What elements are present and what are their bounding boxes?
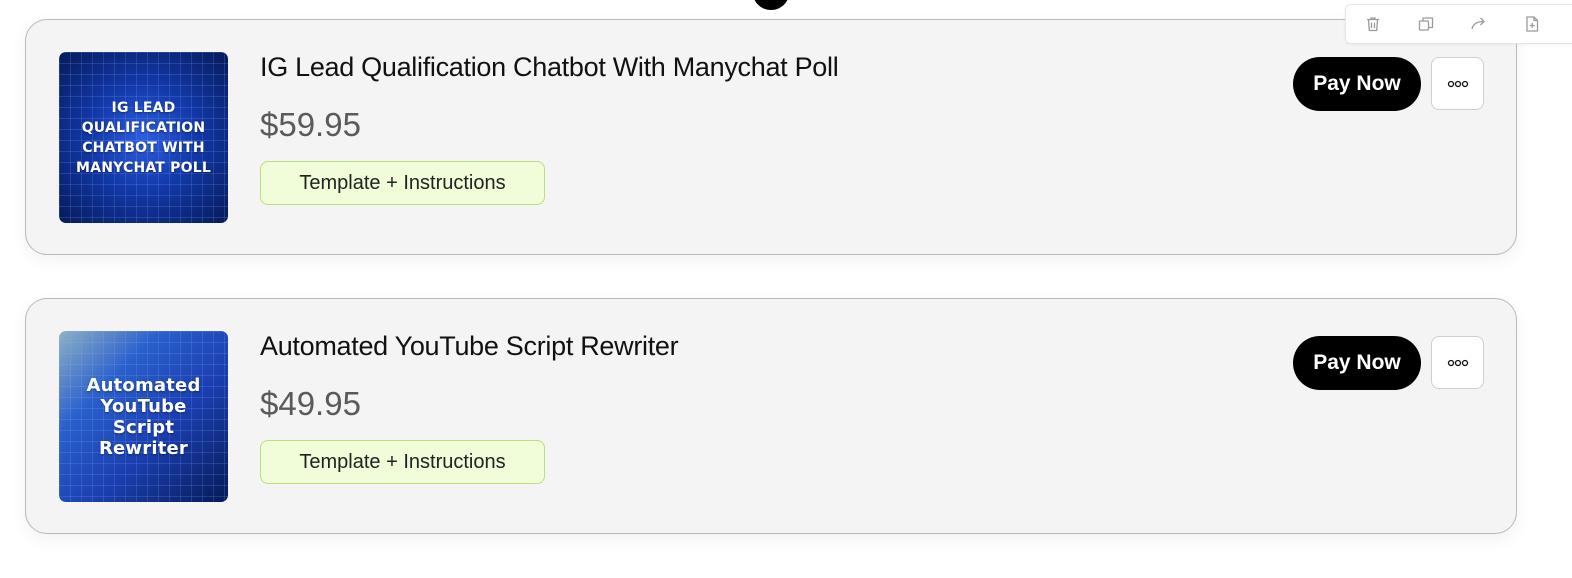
product-thumbnail[interactable]: IG LEAD QUALIFICATION CHATBOT WITH MANYC… bbox=[59, 52, 228, 223]
product-price: $59.95 bbox=[260, 106, 361, 143]
forward-icon bbox=[1471, 17, 1485, 30]
duplicate-icon bbox=[1418, 17, 1434, 31]
product-card: Automated YouTube Script Rewriter Automa… bbox=[25, 298, 1517, 534]
thumbnail-text: IG LEAD QUALIFICATION CHATBOT WITH MANYC… bbox=[76, 99, 211, 176]
delete-button[interactable] bbox=[1360, 5, 1413, 43]
more-options-button[interactable] bbox=[1431, 57, 1484, 110]
trash-icon bbox=[1367, 17, 1379, 32]
ellipsis-icon bbox=[1447, 80, 1468, 87]
drag-handle[interactable] bbox=[753, 0, 789, 10]
pay-now-button[interactable]: Pay Now bbox=[1293, 57, 1421, 111]
forward-button[interactable] bbox=[1466, 5, 1519, 43]
pay-now-button[interactable]: Pay Now bbox=[1293, 336, 1421, 390]
more-options-button[interactable] bbox=[1431, 336, 1484, 389]
add-page-icon bbox=[1526, 16, 1539, 32]
product-tag: Template + Instructions bbox=[260, 440, 545, 484]
product-price: $49.95 bbox=[260, 385, 361, 422]
ellipsis-icon bbox=[1447, 359, 1468, 366]
product-title[interactable]: Automated YouTube Script Rewriter bbox=[260, 331, 679, 362]
add-page-button[interactable] bbox=[1519, 5, 1572, 43]
product-list-page: IG LEAD QUALIFICATION CHATBOT WITH MANYC… bbox=[0, 0, 1572, 578]
element-toolbar bbox=[1345, 4, 1572, 44]
product-title[interactable]: IG Lead Qualification Chatbot With Manyc… bbox=[260, 52, 839, 83]
thumbnail-text: Automated YouTube Script Rewriter bbox=[86, 374, 201, 459]
product-tag: Template + Instructions bbox=[260, 161, 545, 205]
product-card: IG LEAD QUALIFICATION CHATBOT WITH MANYC… bbox=[25, 19, 1517, 255]
duplicate-button[interactable] bbox=[1413, 5, 1466, 43]
product-thumbnail[interactable]: Automated YouTube Script Rewriter bbox=[59, 331, 228, 502]
